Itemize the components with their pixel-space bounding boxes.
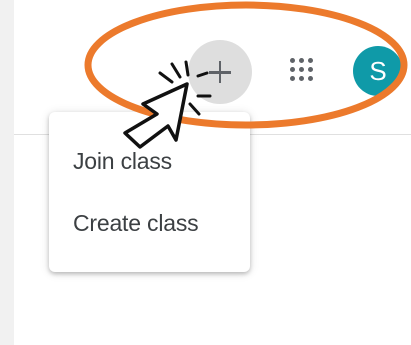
add-class-menu: Join class Create class bbox=[49, 112, 250, 272]
add-class-button[interactable] bbox=[188, 40, 252, 104]
account-avatar[interactable]: S bbox=[353, 46, 403, 96]
apps-grid-button[interactable] bbox=[280, 48, 324, 92]
join-class-label: Join class bbox=[73, 148, 172, 174]
join-class-menu-item[interactable]: Join class bbox=[49, 136, 250, 186]
classroom-page: S Join class Create class bbox=[0, 0, 411, 345]
create-class-menu-item[interactable]: Create class bbox=[49, 198, 250, 248]
create-class-label: Create class bbox=[73, 210, 199, 236]
left-edge-strip bbox=[0, 0, 14, 345]
